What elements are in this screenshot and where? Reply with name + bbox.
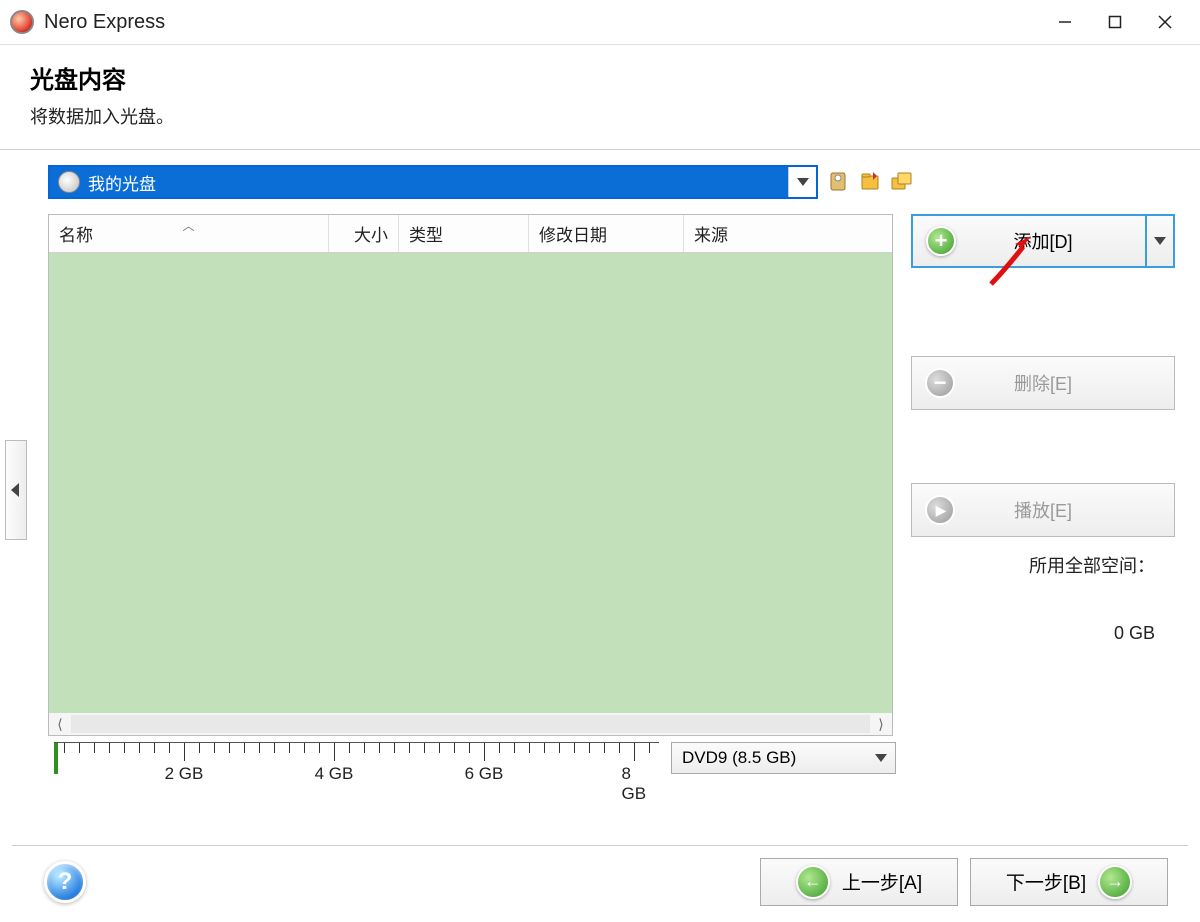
back-button[interactable]: ← 上一步[A] xyxy=(760,858,958,906)
add-button[interactable]: 添加[D] xyxy=(911,214,1175,268)
remove-button: 删除[E] xyxy=(911,356,1175,410)
tool-icon-1[interactable] xyxy=(826,168,850,196)
sort-arrow-icon: ︿ xyxy=(182,217,194,234)
toolbar-row: 我的光盘 xyxy=(48,165,1175,199)
app-title: Nero Express xyxy=(44,11,165,34)
next-arrow-icon: → xyxy=(1098,865,1132,899)
disc-icon xyxy=(58,171,80,193)
scroll-right-arrow[interactable]: ⟩ xyxy=(870,716,892,733)
media-type-select[interactable]: DVD9 (8.5 GB) xyxy=(671,742,896,774)
total-space-value: 0 GB xyxy=(1114,623,1155,644)
col-size[interactable]: 大小 xyxy=(329,215,399,252)
play-button: 播放[E] xyxy=(911,483,1175,537)
horizontal-scrollbar[interactable]: ⟨ ⟩ xyxy=(49,713,892,735)
back-button-label: 上一步[A] xyxy=(842,868,922,895)
scroll-track[interactable] xyxy=(71,715,870,733)
col-date[interactable]: 修改日期 xyxy=(529,215,684,252)
side-buttons: 添加[D] 删除[E] 播放[E] xyxy=(911,214,1175,736)
add-dropdown-arrow[interactable] xyxy=(1145,216,1173,266)
scroll-left-arrow[interactable]: ⟨ xyxy=(49,716,71,733)
capacity-ruler-row: 2 GB 4 GB 6 GB 8 GB DVD9 (8.5 GB) xyxy=(48,742,1175,792)
close-button[interactable] xyxy=(1140,2,1190,42)
total-space-label: 所用全部空间： xyxy=(1029,552,1155,578)
chevron-down-icon xyxy=(875,754,887,762)
divider xyxy=(0,149,1200,150)
disc-name-label: 我的光盘 xyxy=(88,170,156,195)
file-list-body[interactable] xyxy=(49,253,892,713)
footer: ? ← 上一步[A] 下一步[B] → xyxy=(12,845,1188,907)
titlebar: Nero Express xyxy=(0,0,1200,45)
col-name[interactable]: 名称 ︿ xyxy=(49,215,329,252)
add-icon xyxy=(926,226,956,256)
back-arrow-icon: ← xyxy=(796,865,830,899)
remove-icon xyxy=(925,368,955,398)
disc-name-dropdown[interactable]: 我的光盘 xyxy=(48,165,818,199)
maximize-button[interactable] xyxy=(1090,2,1140,42)
content-row: 名称 ︿ 大小 类型 修改日期 来源 ⟨ ⟩ 添加[D] xyxy=(48,214,1175,736)
main-area: 我的光盘 名称 ︿ 大小 类型 修改日期 来源 xyxy=(0,165,1200,792)
disc-dropdown-arrow[interactable] xyxy=(788,167,816,197)
play-button-label: 播放[E] xyxy=(1014,497,1072,523)
col-source[interactable]: 来源 xyxy=(684,215,892,252)
page-subtitle: 将数据加入光盘。 xyxy=(30,103,1170,129)
help-button[interactable]: ? xyxy=(44,861,86,903)
header-section: 光盘内容 将数据加入光盘。 xyxy=(0,45,1200,149)
add-button-label: 添加[D] xyxy=(1013,228,1072,254)
capacity-ruler: 2 GB 4 GB 6 GB 8 GB xyxy=(54,742,659,792)
minimize-button[interactable] xyxy=(1040,2,1090,42)
app-icon xyxy=(10,10,34,34)
ruler-ticks xyxy=(54,742,659,764)
next-button-label: 下一步[B] xyxy=(1006,868,1086,895)
next-button[interactable]: 下一步[B] → xyxy=(970,858,1168,906)
play-icon xyxy=(925,495,955,525)
file-list: 名称 ︿ 大小 类型 修改日期 来源 ⟨ ⟩ xyxy=(48,214,893,736)
remove-button-label: 删除[E] xyxy=(1014,370,1072,396)
page-title: 光盘内容 xyxy=(30,60,1170,95)
tool-icon-2[interactable] xyxy=(858,168,882,196)
media-selected-label: DVD9 (8.5 GB) xyxy=(682,748,796,768)
col-type[interactable]: 类型 xyxy=(399,215,529,252)
column-headers: 名称 ︿ 大小 类型 修改日期 来源 xyxy=(49,215,892,253)
tool-icon-3[interactable] xyxy=(890,168,914,196)
